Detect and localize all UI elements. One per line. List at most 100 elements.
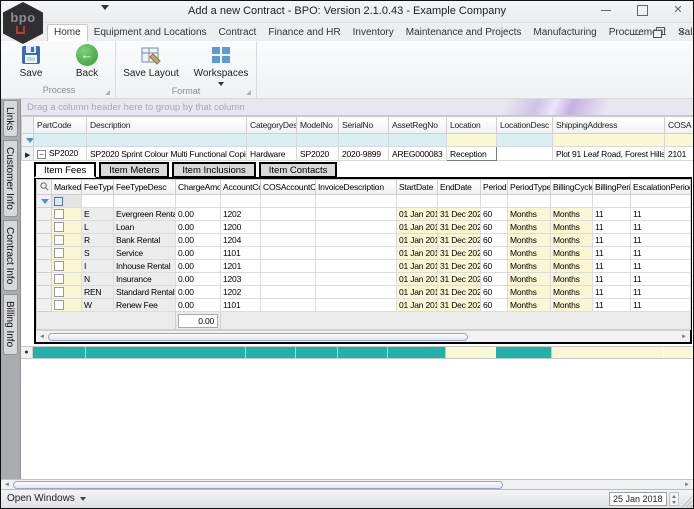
fee-row[interactable]: REN Standard Rentals 0.00 1202 01 Jan 20… xyxy=(37,286,691,299)
location-cell[interactable]: Reception xyxy=(447,147,497,161)
fee-row[interactable]: E Evergreen Rental 0.00 1202 01 Jan 2018… xyxy=(37,208,691,221)
marked-cell[interactable] xyxy=(52,221,82,234)
periodtype-cell[interactable]: Months xyxy=(508,260,551,273)
accountcode-cell[interactable]: 1101 xyxy=(221,299,261,312)
date-spinner[interactable] xyxy=(669,492,679,506)
startdate-cell[interactable]: 01 Jan 2018 xyxy=(397,260,438,273)
period-cell[interactable]: 60 xyxy=(481,208,508,221)
filter-cell[interactable] xyxy=(221,195,261,208)
side-tab[interactable]: Links xyxy=(3,100,18,137)
filter-cell[interactable] xyxy=(87,134,247,147)
assetregno-cell[interactable]: AREG000083 xyxy=(389,147,447,161)
period-cell[interactable]: 60 xyxy=(481,286,508,299)
feetype-cell[interactable]: W xyxy=(82,299,114,312)
billingperiod-cell[interactable]: 11 xyxy=(593,208,631,221)
locationdesc-cell[interactable] xyxy=(497,147,553,161)
column-header[interactable]: Period xyxy=(481,180,508,195)
accountcode-cell[interactable]: 1101 xyxy=(221,247,261,260)
filter-cell[interactable] xyxy=(52,195,82,208)
filter-cell[interactable] xyxy=(114,195,176,208)
column-header[interactable]: InvoiceDescription xyxy=(316,180,397,195)
filter-cell[interactable] xyxy=(481,195,508,208)
detail-tab[interactable]: Item Contacts xyxy=(259,162,338,178)
startdate-cell[interactable]: 01 Jan 2018 xyxy=(397,273,438,286)
modelno-cell[interactable]: SP2020 xyxy=(297,147,339,161)
filter-cell[interactable] xyxy=(631,195,691,208)
chargeamount-cell[interactable]: 0.00 xyxy=(176,299,221,312)
resize-grip[interactable] xyxy=(682,497,692,507)
column-header[interactable]: StartDate xyxy=(397,180,438,195)
ribbon-tab[interactable]: Inventory xyxy=(347,25,400,41)
serialno-cell[interactable]: 2020-9899 xyxy=(339,147,389,161)
column-header[interactable]: ShippingAddress xyxy=(553,117,665,134)
column-header[interactable]: ChargeAmount xyxy=(176,180,221,195)
mdi-minimize-icon[interactable] xyxy=(630,27,641,37)
accountcode-cell[interactable]: 1200 xyxy=(221,221,261,234)
group-by-panel[interactable]: Drag a column header here to group by th… xyxy=(21,99,693,116)
description-cell[interactable]: SP2020 Sprint Colour Multi Functional Co… xyxy=(87,147,247,161)
feetype-cell[interactable]: L xyxy=(82,221,114,234)
column-header[interactable]: AccountCode xyxy=(221,180,261,195)
chargeamount-cell[interactable]: 0.00 xyxy=(176,286,221,299)
filter-cell[interactable] xyxy=(339,134,389,147)
back-button[interactable]: ← Back xyxy=(61,44,113,79)
billingperiod-cell[interactable]: 11 xyxy=(593,234,631,247)
billingperiod-cell[interactable]: 11 xyxy=(593,247,631,260)
chargeamount-cell[interactable]: 0.00 xyxy=(176,273,221,286)
feetype-cell[interactable]: E xyxy=(82,208,114,221)
periodtype-cell[interactable]: Months xyxy=(508,208,551,221)
periodtype-cell[interactable]: Months xyxy=(508,273,551,286)
new-cell-assetregno[interactable] xyxy=(388,347,446,358)
column-header[interactable]: Location xyxy=(447,117,497,134)
feetypedesc-cell[interactable]: Inhouse Rental xyxy=(114,260,176,273)
startdate-cell[interactable]: 01 Jan 2018 xyxy=(397,286,438,299)
spin-up-icon[interactable] xyxy=(672,495,676,498)
feetypedesc-cell[interactable]: Service xyxy=(114,247,176,260)
scrollbar-thumb[interactable] xyxy=(13,481,503,489)
enddate-cell[interactable]: 31 Dec 2022 xyxy=(438,299,481,312)
partcode-cell[interactable]: −SP2020 xyxy=(34,147,87,161)
accountcode-cell[interactable]: 1202 xyxy=(221,286,261,299)
chargeamount-cell[interactable]: 0.00 xyxy=(176,260,221,273)
chargeamount-cell[interactable]: 0.00 xyxy=(176,221,221,234)
scroll-left-icon[interactable]: ◄ xyxy=(4,482,10,488)
periodtype-cell[interactable]: Months xyxy=(508,234,551,247)
cosaccountcode-cell[interactable] xyxy=(261,247,316,260)
fee-row[interactable]: I Inhouse Rental 0.00 1201 01 Jan 2018 3… xyxy=(37,260,691,273)
save-button[interactable]: Save xyxy=(5,44,57,79)
filter-cell[interactable] xyxy=(297,134,339,147)
side-tab[interactable]: Billing Info xyxy=(3,294,18,354)
billingperiod-cell[interactable]: 11 xyxy=(593,221,631,234)
filter-cell[interactable] xyxy=(316,195,397,208)
maximize-button[interactable] xyxy=(635,4,649,16)
billingperiod-cell[interactable]: 11 xyxy=(593,299,631,312)
column-header[interactable]: Description xyxy=(87,117,247,134)
ribbon-tab[interactable]: Maintenance and Projects xyxy=(400,25,528,41)
column-header[interactable]: Marked xyxy=(52,180,82,195)
save-layout-button[interactable]: Save Layout xyxy=(118,44,184,79)
periodtype-cell[interactable]: Months xyxy=(508,221,551,234)
feetype-cell[interactable]: I xyxy=(82,260,114,273)
marked-checkbox[interactable] xyxy=(54,235,64,245)
fee-row[interactable]: W Renew Fee 0.00 1101 01 Jan 2018 31 Dec… xyxy=(37,299,691,312)
column-header[interactable]: AssetRegNo xyxy=(389,117,447,134)
column-header[interactable]: BillingPeriod xyxy=(593,180,631,195)
escalationperiod-cell[interactable]: 11 xyxy=(631,260,691,273)
ribbon-tab[interactable]: Finance and HR xyxy=(262,25,346,41)
billingperiod-cell[interactable]: 11 xyxy=(593,286,631,299)
scroll-right-icon[interactable]: ► xyxy=(684,482,690,488)
enddate-cell[interactable]: 31 Dec 2022 xyxy=(438,286,481,299)
outer-horizontal-scrollbar[interactable]: ◄ ► xyxy=(1,479,693,489)
filter-cell[interactable] xyxy=(665,134,694,147)
escalationperiod-cell[interactable]: 11 xyxy=(631,208,691,221)
shippingaddress-cell[interactable]: Plot 91 Leaf Road, Forest Hills,... xyxy=(553,147,665,161)
billingcycle-cell[interactable]: Months xyxy=(551,273,593,286)
invoicedescription-cell[interactable] xyxy=(316,299,397,312)
filter-cell[interactable] xyxy=(497,134,553,147)
new-cell-location[interactable] xyxy=(446,347,496,358)
fee-row[interactable]: N Insurance 0.00 1203 01 Jan 2018 31 Dec… xyxy=(37,273,691,286)
enddate-cell[interactable]: 31 Dec 2022 xyxy=(438,208,481,221)
close-button[interactable]: ✕ xyxy=(671,4,685,16)
column-header[interactable]: PartCode xyxy=(34,117,87,134)
marked-checkbox[interactable] xyxy=(54,300,64,310)
